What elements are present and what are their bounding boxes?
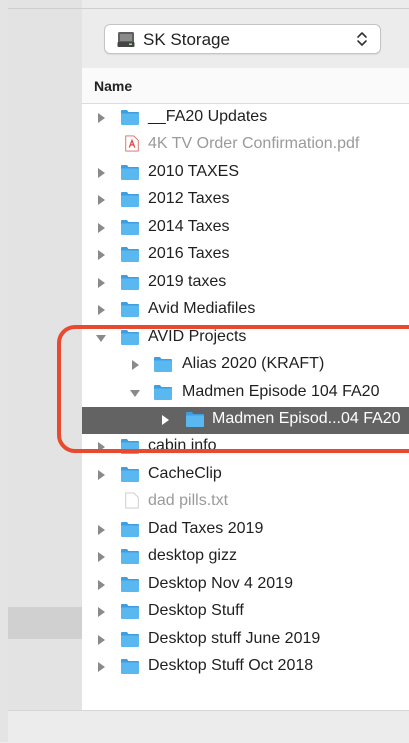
list-row[interactable]: 2016 Taxes: [82, 242, 409, 269]
name-column-header[interactable]: Name: [82, 68, 409, 104]
disclosure-triangle-right-icon[interactable]: [96, 277, 106, 288]
chevron-up-down-icon: [357, 32, 367, 46]
disclosure-triangle-right-icon[interactable]: [96, 195, 106, 206]
disclosure-triangle-right-icon[interactable]: [96, 662, 106, 672]
folder-icon: [121, 164, 139, 180]
folder-icon: [121, 659, 139, 674]
list-row[interactable]: Desktop stuff June 2019: [82, 627, 409, 654]
location-popup-label: SK Storage: [143, 30, 230, 49]
disclosure-triangle-right-icon[interactable]: [96, 222, 106, 233]
folder-icon: [121, 521, 139, 537]
list-row-name: 2012 Taxes: [148, 190, 230, 208]
disclosure-triangle-right-icon[interactable]: [96, 469, 106, 480]
list-row-name: desktop gizz: [148, 547, 237, 565]
list-row[interactable]: dad pills.txt: [82, 489, 409, 516]
disclosure-triangle-right-icon[interactable]: [96, 579, 106, 590]
list-row-name: Desktop Stuff: [148, 602, 244, 620]
sidebar-selected-item[interactable]: [8, 607, 82, 639]
list-row[interactable]: CacheClip: [82, 462, 409, 489]
disclosure-triangle-right-icon[interactable]: [96, 524, 106, 535]
folder-icon: [121, 631, 139, 647]
folder-icon: [121, 604, 139, 620]
annotation-highlight: [57, 325, 409, 453]
list-row[interactable]: 2019 taxes: [82, 270, 409, 297]
list-row-name: dad pills.txt: [148, 492, 229, 510]
folder-icon: [121, 219, 139, 235]
folder-icon: [121, 302, 139, 318]
folder-icon: [121, 274, 139, 290]
list-row[interactable]: desktop gizz: [82, 544, 409, 571]
disclosure-triangle-right-icon[interactable]: [96, 250, 106, 261]
list-row[interactable]: 2014 Taxes: [82, 215, 409, 242]
name-column-label: Name: [94, 78, 133, 94]
list-row-name: Dad Taxes 2019: [148, 519, 264, 537]
disclosure-triangle-right-icon[interactable]: [96, 167, 106, 178]
disclosure-triangle-right-icon[interactable]: [96, 305, 106, 316]
list-row[interactable]: Avid Mediafiles: [82, 297, 409, 324]
hard-drive-icon: [117, 32, 135, 47]
disclosure-triangle-right-icon[interactable]: [96, 607, 106, 618]
list-row[interactable]: __FA20 Updates: [82, 105, 409, 132]
pdf-file-icon: [125, 135, 139, 152]
list-row-name: CacheClip: [148, 464, 222, 482]
list-row[interactable]: Desktop Nov 4 2019: [82, 572, 409, 599]
list-row-name: 2019 taxes: [148, 272, 227, 290]
text-file-icon: [125, 492, 139, 509]
list-row[interactable]: Desktop Stuff Oct 2018: [82, 654, 409, 681]
list-row-name: __FA20 Updates: [148, 108, 268, 125]
list-row-name: 2016 Taxes: [148, 245, 230, 263]
list-row[interactable]: 2010 TAXES: [82, 160, 409, 187]
window-divider: [8, 8, 409, 9]
list-row-name: 2010 TAXES: [148, 162, 240, 180]
folder-icon: [121, 576, 139, 592]
folder-icon: [121, 466, 139, 482]
folder-icon: [121, 247, 139, 263]
folder-icon: [121, 110, 139, 125]
list-row-name: Desktop Nov 4 2019: [148, 574, 293, 592]
list-row[interactable]: Desktop Stuff: [82, 599, 409, 626]
list-row-name: Desktop Stuff Oct 2018: [148, 657, 314, 674]
status-bar: [8, 710, 409, 743]
list-row[interactable]: 4K TV Order Confirmation.pdf: [82, 132, 409, 159]
list-row[interactable]: 2012 Taxes: [82, 187, 409, 214]
list-row-name: 4K TV Order Confirmation.pdf: [148, 135, 360, 153]
list-row-name: 2014 Taxes: [148, 217, 230, 235]
list-row[interactable]: Dad Taxes 2019: [82, 517, 409, 544]
list-row-name: Desktop stuff June 2019: [148, 629, 321, 647]
disclosure-triangle-right-icon[interactable]: [96, 552, 106, 563]
list-row-name: Avid Mediafiles: [148, 300, 256, 318]
folder-icon: [121, 549, 139, 565]
disclosure-triangle-right-icon[interactable]: [96, 113, 106, 123]
location-popup-button[interactable]: SK Storage: [104, 24, 381, 54]
disclosure-triangle-right-icon[interactable]: [96, 634, 106, 645]
folder-icon: [121, 192, 139, 208]
